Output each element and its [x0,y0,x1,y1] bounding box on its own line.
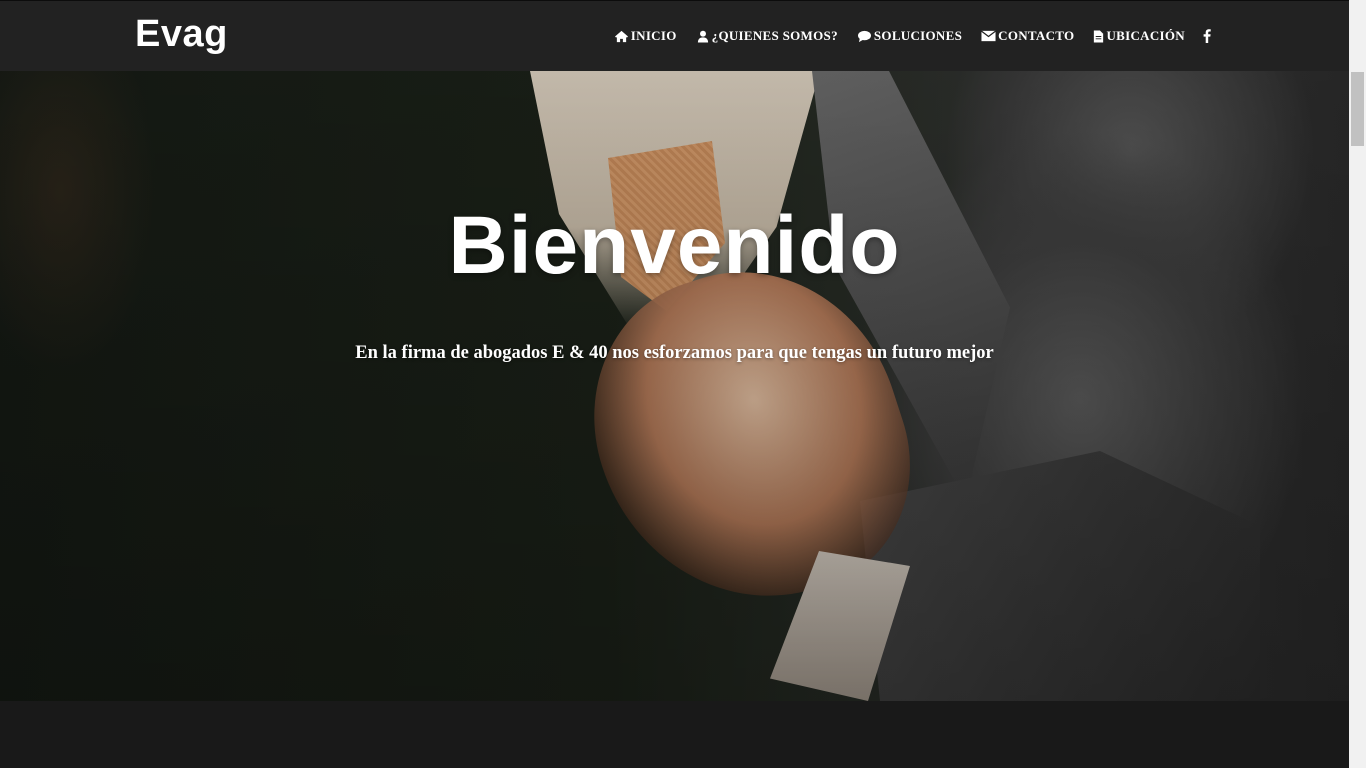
nav-item-label: INICIO [630,28,677,43]
nav-item-ubicacion[interactable]: UBICACIÓN [1093,27,1185,45]
facebook-link[interactable] [1203,27,1213,45]
envelope-icon [981,30,997,42]
nav-item-label: ¿QUIENES SOMOS? [711,28,838,43]
hero-overlay [0,71,1349,701]
hero-title: Bienvenido [448,200,901,291]
top-navbar: Evag INICIO ¿QUIENES SOMOS? SOLUCIONES C… [0,0,1349,71]
nav-item-inicio[interactable]: INICIO [614,27,677,45]
comment-icon [857,30,871,42]
page-scrollbar[interactable] [1349,0,1366,768]
home-icon [614,30,628,42]
hero-section: Bienvenido En la firma de abogados E & 4… [0,71,1349,701]
nav-item-soluciones[interactable]: SOLUCIONES [857,27,962,45]
facebook-icon [1203,29,1211,43]
next-section [0,701,1349,768]
nav-item-label: UBICACIÓN [1106,28,1185,43]
brand-logo[interactable]: Evag [135,13,228,56]
document-icon [1094,29,1104,43]
nav-item-contacto[interactable]: CONTACTO [981,27,1074,45]
nav-item-label: CONTACTO [998,28,1075,43]
main-nav: INICIO ¿QUIENES SOMOS? SOLUCIONES CONTAC… [614,27,1213,45]
nav-item-quienes-somos[interactable]: ¿QUIENES SOMOS? [696,27,838,45]
nav-item-label: SOLUCIONES [873,28,963,43]
user-icon [697,30,708,43]
hero-subtitle: En la firma de abogados E & 40 nos esfor… [355,343,994,363]
scrollbar-thumb[interactable] [1351,72,1364,146]
